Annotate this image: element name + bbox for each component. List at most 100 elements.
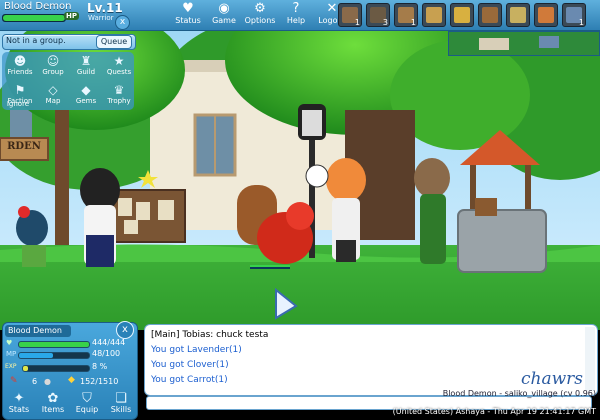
top-hp-fill: [3, 15, 65, 21]
items-icon: ✿: [47, 391, 59, 406]
menu-map-button[interactable]: ◇ Map: [36, 83, 70, 106]
friends-icon: ☻: [13, 54, 27, 68]
stats-icon: ✦: [13, 391, 25, 406]
chat-scrollbar[interactable]: [585, 327, 595, 391]
map-icon: ◇: [48, 83, 58, 97]
top-hp-bar: [2, 14, 66, 22]
game-icon: ◉: [218, 1, 230, 16]
hp-label: HP: [64, 12, 79, 20]
nav-help-button[interactable]: ? Help: [279, 2, 313, 28]
nav-label: Help: [286, 16, 306, 25]
button-label: Equip: [75, 405, 99, 414]
hotbar-slot[interactable]: 1: [338, 3, 362, 27]
guild-icon: ♜: [80, 54, 92, 68]
menu-friends-button[interactable]: ☻ Friends: [3, 54, 37, 77]
stats-button[interactable]: ✦ Stats: [4, 392, 34, 414]
equip-icon: ⛉: [82, 391, 92, 406]
item-icon: [510, 7, 526, 23]
gems-icon: ◆: [81, 83, 91, 97]
stats-player-name: Blood Demon: [8, 326, 62, 335]
hotbar-slot[interactable]: [422, 3, 446, 27]
top-close-icon[interactable]: x: [115, 15, 130, 30]
coin-icon: ◆: [68, 375, 75, 385]
gems-value: 6: [32, 377, 38, 386]
menu-label: Map: [45, 97, 61, 105]
menu-label: Gems: [75, 97, 97, 105]
items-button[interactable]: ✿ Items: [38, 392, 68, 414]
silver-icon: ●: [44, 377, 51, 386]
mp-icon: MP: [6, 350, 17, 358]
hotbar-slot[interactable]: [450, 3, 474, 27]
menu-quests-button[interactable]: ★ Quests: [102, 54, 136, 77]
chat-line: [Main] Tobias: chuck testa: [151, 330, 269, 340]
slot-count: 1: [578, 18, 584, 27]
options-icon: ⚙: [254, 1, 266, 16]
nav-label: Options: [244, 16, 276, 25]
hp-bar: [18, 341, 90, 348]
slot-count: 1: [354, 18, 360, 27]
menu-faction-button[interactable]: ⚑ Faction: [3, 83, 37, 106]
footer-line-1: Blood Demon - saliko_village (cv 0.96): [442, 389, 596, 398]
item-icon: [426, 7, 442, 23]
faction-icon: ⚑: [14, 83, 26, 97]
stats-close-icon[interactable]: x: [116, 321, 134, 339]
skills-button[interactable]: ❏ Skills: [106, 392, 136, 414]
slot-count: 1: [410, 18, 416, 27]
hp-fill: [19, 342, 89, 347]
menu-label: Friends: [7, 68, 33, 76]
slot-count: 3: [382, 18, 388, 27]
queue-button[interactable]: Queue: [96, 35, 132, 49]
quests-icon: ★: [113, 54, 125, 68]
hp-icon: ♥: [6, 339, 13, 347]
player-class: Warrior: [88, 14, 114, 22]
player-name: Blood Demon: [4, 1, 72, 12]
exp-bar: [22, 365, 90, 372]
nav-game-button[interactable]: ◉ Game: [207, 2, 241, 28]
hotbar-slot[interactable]: [534, 3, 558, 27]
footer-line-2: (United States) Ashaya - Thu Apr 19 21:4…: [392, 407, 596, 416]
menu-label: Group: [42, 68, 64, 76]
equip-button[interactable]: ⛉ Equip: [72, 392, 102, 414]
exp-fill: [23, 366, 29, 371]
hp-value: 444/444: [92, 338, 126, 347]
menu-gems-button[interactable]: ◆ Gems: [69, 83, 103, 106]
help-icon: ?: [292, 1, 300, 16]
exp-label: EXP: [5, 363, 17, 370]
gem-icon: ✎: [10, 376, 18, 386]
menu-label: Trophy: [107, 97, 131, 105]
hotbar-slot[interactable]: [506, 3, 530, 27]
item-icon: [538, 7, 554, 23]
menu-guild-button[interactable]: ♜ Guild: [69, 54, 103, 77]
chat-line: You got Lavender(1): [151, 345, 242, 355]
menu-label: Guild: [76, 68, 96, 76]
nav-status-button[interactable]: ♥ Status: [171, 2, 205, 28]
brand-logo: chawrs: [521, 369, 584, 389]
player-level: Lv.11: [87, 1, 123, 15]
exp-value: 8 %: [92, 362, 108, 371]
item-icon: [454, 7, 470, 23]
minimap[interactable]: [448, 31, 600, 56]
button-label: Skills: [110, 405, 132, 414]
group-icon: ☺: [46, 54, 60, 68]
mp-bar: [18, 352, 90, 359]
game-window: RDEN Blood Demon Lv.11 Warrior HP x Not …: [0, 0, 600, 420]
menu-trophy-button[interactable]: ♛ Trophy: [102, 83, 136, 106]
menu-group-button[interactable]: ☺ Group: [36, 54, 70, 77]
hotbar-slot[interactable]: 1: [562, 3, 586, 27]
menu-label: Faction: [7, 97, 33, 105]
nav-options-button[interactable]: ⚙ Options: [243, 2, 277, 28]
mp-fill: [19, 353, 53, 358]
hotbar-slot[interactable]: 1: [394, 3, 418, 27]
village-sign: RDEN: [7, 141, 41, 152]
hotbar-slot[interactable]: 3: [366, 3, 390, 27]
mp-value: 48/100: [92, 349, 121, 358]
trophy-icon: ♛: [113, 83, 125, 97]
nav-label: Status: [175, 16, 201, 25]
skills-icon: ❏: [115, 391, 127, 406]
group-status: Not in a group.: [6, 36, 66, 45]
menu-label: Quests: [106, 68, 132, 76]
heart-icon: ♥: [182, 1, 194, 16]
nav-label: Game: [212, 16, 236, 25]
gold-value: 152/1510: [80, 377, 119, 386]
hotbar-slot[interactable]: [478, 3, 502, 27]
